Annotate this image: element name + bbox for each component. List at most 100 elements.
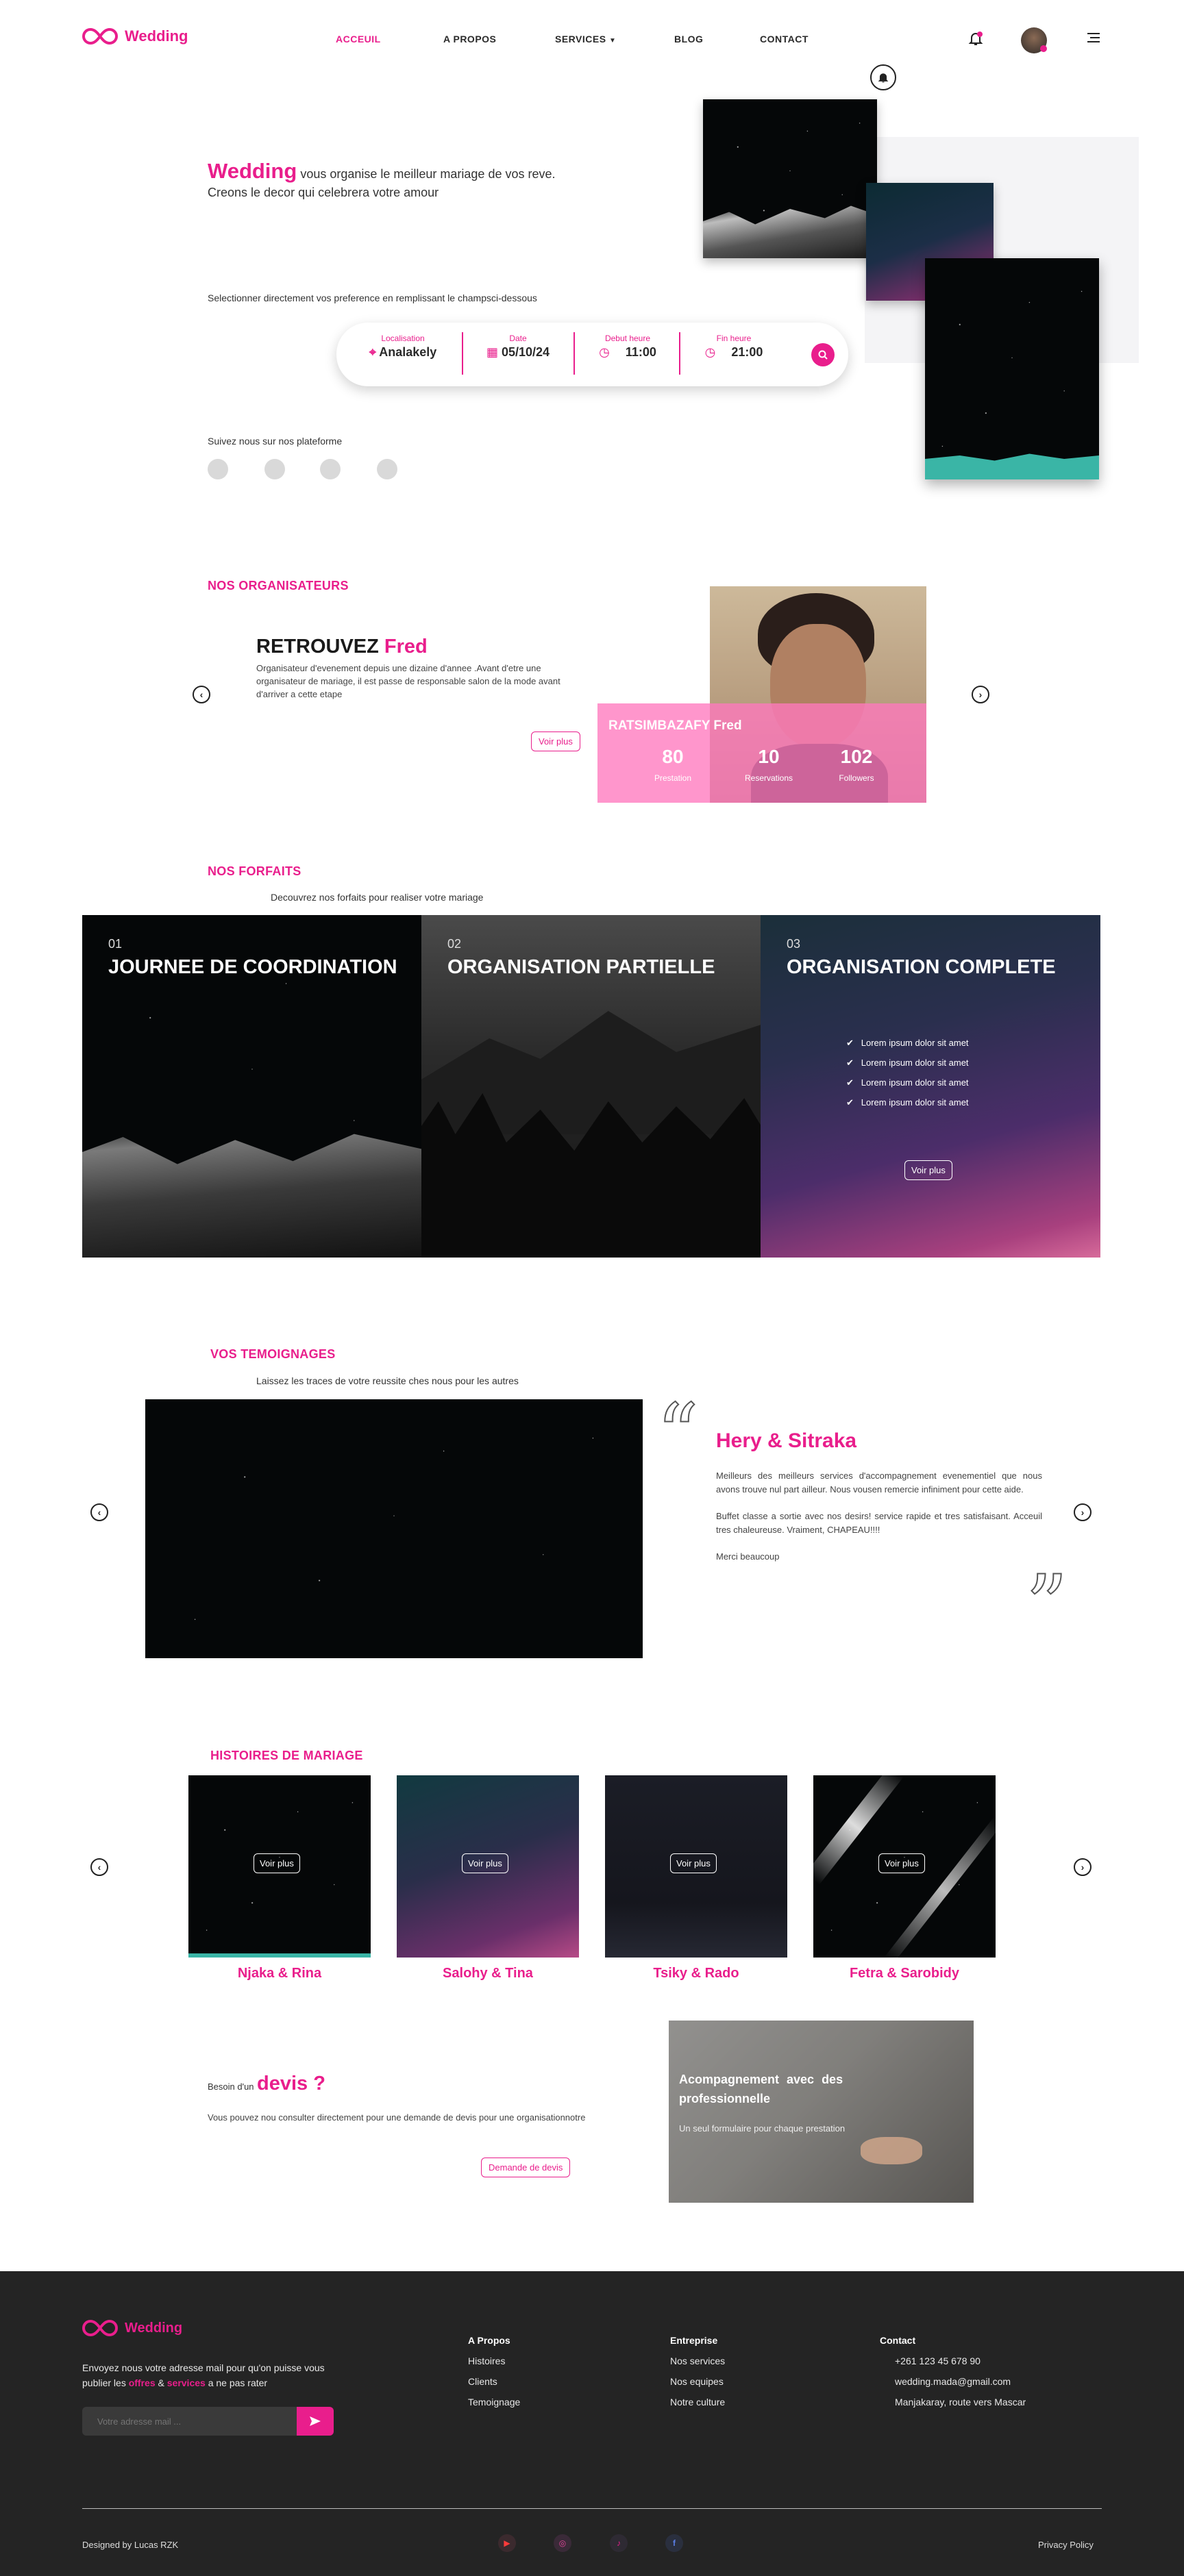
- story-name[interactable]: Njaka & Rina: [188, 1966, 371, 1981]
- divider: [574, 332, 575, 375]
- footer-newsletter-text: Envoyez nous votre adresse mail pour qu'…: [82, 2360, 336, 2390]
- story-voir-plus-button[interactable]: Voir plus: [670, 1853, 717, 1873]
- devis-description: Vous pouvez nou consulter directement po…: [208, 2112, 586, 2123]
- story-voir-plus-button[interactable]: Voir plus: [254, 1853, 300, 1873]
- social-placeholder-1[interactable]: [208, 459, 228, 479]
- temoignages-next-arrow[interactable]: ›: [1074, 1503, 1092, 1521]
- retrouvez-label: RETROUVEZ: [256, 636, 379, 658]
- footer-link[interactable]: Notre culture: [670, 2392, 725, 2412]
- devis-request-button[interactable]: Demande de devis: [481, 2158, 571, 2177]
- forfait-card-1[interactable]: 01 JOURNEE DE COORDINATION: [82, 915, 422, 1258]
- feature-item: ✔ Lorem ipsum dolor sit amet: [846, 1092, 969, 1112]
- feature-text: Lorem ipsum dolor sit amet: [861, 1038, 969, 1048]
- nav-links: ACCEUIL A PROPOS SERVICES ▼ BLOG CONTACT: [336, 34, 809, 45]
- nav-services[interactable]: SERVICES ▼: [555, 34, 674, 45]
- nav-accueil[interactable]: ACCEUIL: [336, 34, 443, 45]
- organisers-prev-arrow[interactable]: ‹: [193, 686, 210, 703]
- newsletter-email-input[interactable]: [82, 2407, 298, 2436]
- quote-close-icon: ”: [1025, 1558, 1068, 1653]
- feature-item: ✔ Lorem ipsum dolor sit amet: [846, 1053, 969, 1073]
- hamburger-menu-icon[interactable]: [1087, 33, 1100, 44]
- nav-blog[interactable]: BLOG: [674, 34, 760, 45]
- newsletter-send-button[interactable]: [297, 2407, 334, 2436]
- tiktok-icon[interactable]: ♪: [610, 2534, 628, 2552]
- check-icon: ✔: [846, 1058, 854, 1068]
- footer-contact-phone[interactable]: +261 123 45 678 90: [880, 2351, 1026, 2371]
- testimonial-body: Meilleurs des meilleurs services d'accom…: [716, 1469, 1042, 1564]
- footer-col-title: A Propos: [468, 2335, 510, 2346]
- stat-label: Prestation: [654, 773, 692, 783]
- organiser-stat-card: RATSIMBAZAFY Fred 80 Prestation 10 Reser…: [597, 703, 926, 803]
- story-card-2[interactable]: Voir plus: [397, 1775, 579, 1958]
- forfait-number: 01: [108, 937, 123, 951]
- organisers-next-arrow[interactable]: ›: [972, 686, 989, 703]
- location-pin-icon: ⌖: [369, 345, 376, 359]
- search-field-date[interactable]: Date ▦ 05/10/24: [470, 334, 566, 360]
- hero-line2: Creons le decor qui celebrera votre amou…: [208, 186, 439, 199]
- forfait-number: 03: [787, 937, 801, 951]
- footer-link[interactable]: Clients: [468, 2371, 520, 2392]
- footer-contact-email[interactable]: wedding.mada@gmail.com: [880, 2371, 1026, 2392]
- temoignages-prev-arrow[interactable]: ‹: [90, 1503, 108, 1521]
- story-card-4[interactable]: Voir plus: [813, 1775, 996, 1958]
- story-name[interactable]: Salohy & Tina: [397, 1966, 579, 1981]
- story-card-3[interactable]: Voir plus: [605, 1775, 787, 1958]
- story-name[interactable]: Fetra & Sarobidy: [813, 1966, 996, 1981]
- forfait-title: JOURNEE DE COORDINATION: [108, 956, 397, 978]
- hero-brand-word: Wedding: [208, 159, 297, 183]
- clock-icon: ◷: [704, 345, 716, 359]
- devis-card[interactable]: Acompagnement avec des professionnelle U…: [669, 2021, 974, 2203]
- forfait-voir-plus-button[interactable]: Voir plus: [904, 1160, 952, 1180]
- start-value: 11:00: [625, 345, 656, 359]
- search-field-start[interactable]: Debut heure ◷ 11:00: [580, 334, 675, 360]
- search-field-location[interactable]: Localisation ⌖ Analakely: [352, 334, 454, 360]
- story-name[interactable]: Tsiky & Rado: [605, 1966, 787, 1981]
- forfait-number: 02: [447, 937, 462, 951]
- infinity-icon: [82, 2319, 118, 2337]
- search-submit-button[interactable]: [811, 343, 835, 366]
- social-placeholder-2[interactable]: [264, 459, 285, 479]
- brand-logo[interactable]: Wedding: [82, 27, 188, 45]
- histoires-prev-arrow[interactable]: ‹: [90, 1858, 108, 1876]
- organiser-voir-plus-button[interactable]: Voir plus: [531, 731, 580, 751]
- footer-link[interactable]: Nos equipes: [670, 2371, 725, 2392]
- feature-text: Lorem ipsum dolor sit amet: [861, 1097, 969, 1108]
- search-field-end[interactable]: Fin heure ◷ 21:00: [686, 334, 782, 360]
- floating-bell-icon[interactable]: [870, 64, 896, 90]
- footer-link[interactable]: Temoignage: [468, 2392, 520, 2412]
- check-icon: ✔: [846, 1038, 854, 1048]
- facebook-icon[interactable]: f: [665, 2534, 683, 2552]
- forfait-card-2[interactable]: 02 ORGANISATION PARTIELLE: [421, 915, 761, 1258]
- story-voir-plus-button[interactable]: Voir plus: [878, 1853, 925, 1873]
- forfaits-subtitle: Decouvrez nos forfaits pour realiser vot…: [271, 892, 484, 903]
- location-label: Localisation: [381, 334, 425, 343]
- user-avatar[interactable]: [1021, 27, 1047, 53]
- histoires-next-arrow[interactable]: ›: [1074, 1858, 1092, 1876]
- notification-bell-icon[interactable]: [967, 30, 984, 47]
- nav-a-propos[interactable]: A PROPOS: [443, 34, 555, 45]
- social-placeholder-4[interactable]: [377, 459, 397, 479]
- stat-followers: 102 Followers: [822, 746, 891, 783]
- nav-contact[interactable]: CONTACT: [760, 34, 809, 45]
- footer-divider: [82, 2508, 1102, 2509]
- send-arrow-icon: [310, 2416, 321, 2426]
- organiser-card-first: Fred: [713, 718, 742, 733]
- instagram-icon[interactable]: ◎: [554, 2534, 571, 2552]
- forfait-card-3[interactable]: 03 ORGANISATION COMPLETE ✔ Lorem ipsum d…: [761, 915, 1100, 1258]
- story-voir-plus-button[interactable]: Voir plus: [462, 1853, 508, 1873]
- check-icon: ✔: [846, 1097, 854, 1108]
- youtube-icon[interactable]: ▶: [498, 2534, 516, 2552]
- stat-label: Reservations: [744, 773, 793, 783]
- organiser-card-name: RATSIMBAZAFY: [608, 718, 711, 733]
- footer-link[interactable]: Nos services: [670, 2351, 725, 2371]
- footer-privacy-link[interactable]: Privacy Policy: [1038, 2540, 1094, 2550]
- footer-logo[interactable]: Wedding: [82, 2319, 182, 2337]
- social-placeholder-3[interactable]: [320, 459, 341, 479]
- hero-headline: Wedding vous organise le meilleur mariag…: [208, 159, 619, 202]
- footer-link[interactable]: Histoires: [468, 2351, 520, 2371]
- date-value: 05/10/24: [501, 345, 550, 359]
- footer-brand-name: Wedding: [125, 2320, 183, 2336]
- footer-col-title: Contact: [880, 2335, 916, 2346]
- testimonial-paragraph: Buffet classe a sortie avec nos desirs! …: [716, 1511, 1042, 1535]
- story-card-1[interactable]: Voir plus: [188, 1775, 371, 1958]
